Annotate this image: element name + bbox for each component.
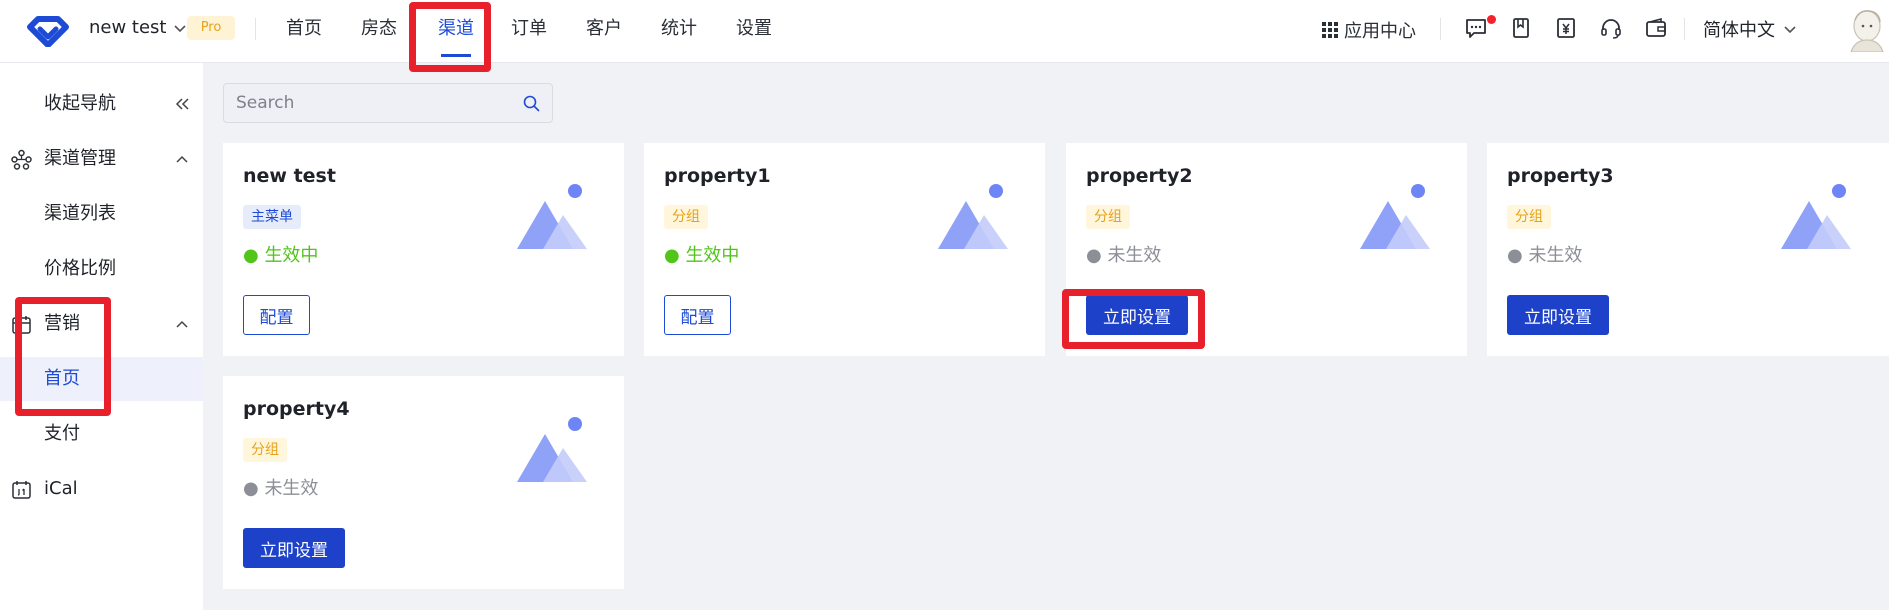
status-badge: ● 生效中	[664, 245, 740, 266]
property-card: property4 分组 ● 未生效 立即设置	[223, 376, 624, 589]
status-text: 生效中	[685, 245, 740, 266]
sidebar-item-label: 首页	[44, 368, 80, 389]
card-title: property2	[1086, 165, 1193, 187]
message-icon[interactable]	[1464, 16, 1488, 40]
nav-channel[interactable]: 渠道	[421, 0, 491, 63]
status-text: 生效中	[264, 245, 319, 266]
mountain-illustration-icon	[517, 184, 587, 249]
language-selector[interactable]: 简体中文	[1703, 16, 1797, 42]
configure-button[interactable]: 配置	[243, 295, 310, 335]
setup-now-button[interactable]: 立即设置	[1507, 295, 1609, 335]
headset-icon[interactable]	[1599, 16, 1623, 40]
sidebar-item-ical[interactable]: iCal	[0, 467, 203, 511]
property-card: property3 分组 ● 未生效 立即设置	[1487, 143, 1889, 356]
mountain-illustration-icon	[1360, 184, 1430, 249]
workspace-selector[interactable]: new test	[89, 17, 187, 38]
nav-orders[interactable]: 订单	[501, 0, 557, 63]
group-tag: 分组	[664, 205, 708, 229]
notification-dot	[1487, 15, 1496, 24]
status-text: 未生效	[1528, 245, 1583, 266]
property-card: new test 主菜单 ● 生效中 配置	[223, 143, 624, 356]
network-icon	[11, 149, 32, 170]
collapse-nav-button[interactable]: 收起导航	[0, 82, 203, 126]
property-card: property2 分组 ● 未生效 立即设置	[1066, 143, 1467, 356]
status-badge: ● 生效中	[243, 245, 319, 266]
nav-statistics[interactable]: 统计	[651, 0, 707, 63]
app-center-label: 应用中心	[1344, 21, 1416, 42]
search-box	[223, 83, 553, 123]
card-title: property1	[664, 165, 771, 187]
nav-room-status[interactable]: 房态	[351, 0, 407, 63]
sidebar-item-label: 渠道管理	[44, 148, 116, 169]
status-text: 未生效	[1107, 245, 1162, 266]
brand-logo-icon[interactable]	[26, 13, 70, 47]
status-badge: ● 未生效	[1507, 245, 1583, 266]
sidebar-item-label: 价格比例	[44, 258, 116, 279]
mountain-illustration-icon	[517, 417, 587, 482]
app-center-button[interactable]: 应用中心	[1322, 17, 1416, 43]
book-icon[interactable]	[1509, 16, 1533, 40]
sidebar-item-label: 营销	[44, 313, 80, 334]
calendar-icon	[12, 316, 31, 334]
divider	[255, 18, 256, 40]
status-badge: ● 未生效	[1086, 245, 1162, 266]
main-menu-tag: 主菜单	[243, 205, 301, 229]
nav-settings[interactable]: 设置	[726, 0, 782, 63]
wallet-icon[interactable]	[1644, 16, 1668, 40]
pro-badge: Pro	[187, 16, 235, 40]
card-title: property4	[243, 398, 350, 420]
nav-home[interactable]: 首页	[276, 0, 332, 63]
card-title: new test	[243, 165, 336, 187]
workspace-name: new test	[89, 17, 167, 38]
chevron-down-icon	[173, 24, 186, 32]
ical-icon	[12, 481, 31, 499]
status-badge: ● 未生效	[243, 478, 319, 499]
chevron-up-icon	[176, 320, 188, 328]
divider	[1684, 18, 1685, 40]
status-text: 未生效	[264, 478, 319, 499]
sidebar-item-label: iCal	[44, 478, 78, 499]
setup-now-button[interactable]: 立即设置	[1086, 295, 1188, 335]
group-tag: 分组	[243, 438, 287, 462]
mountain-illustration-icon	[1781, 184, 1851, 249]
divider	[1440, 18, 1441, 40]
sidebar: 收起导航 渠道管理 渠道列表 价格比例 营销 首页 支付 iCal	[0, 63, 203, 610]
card-title: property3	[1507, 165, 1614, 187]
property-card: property1 分组 ● 生效中 配置	[644, 143, 1045, 356]
group-tag: 分组	[1086, 205, 1130, 229]
sidebar-item-payment[interactable]: 支付	[0, 412, 203, 456]
apps-grid-icon	[1322, 22, 1338, 38]
invoice-yen-icon[interactable]	[1554, 16, 1578, 40]
collapse-nav-label: 收起导航	[44, 93, 116, 114]
sidebar-item-marketing-home[interactable]: 首页	[0, 357, 203, 401]
chevron-up-icon	[176, 155, 188, 163]
search-icon[interactable]	[523, 95, 540, 112]
user-avatar[interactable]	[1845, 8, 1885, 52]
sidebar-item-label: 支付	[44, 423, 80, 444]
sidebar-item-label: 渠道列表	[44, 203, 116, 224]
sidebar-item-channel-list[interactable]: 渠道列表	[0, 192, 203, 236]
sidebar-item-price-ratio[interactable]: 价格比例	[0, 247, 203, 291]
sidebar-group-marketing[interactable]: 营销	[0, 302, 203, 346]
nav-customers[interactable]: 客户	[576, 0, 632, 63]
setup-now-button[interactable]: 立即设置	[243, 528, 345, 568]
mountain-illustration-icon	[938, 184, 1008, 249]
top-bar: new test Pro 首页 房态 渠道 订单 客户 统计 设置 应用中心 简…	[0, 0, 1889, 63]
search-input[interactable]	[236, 92, 516, 114]
chevron-down-icon	[1784, 26, 1796, 34]
group-tag: 分组	[1507, 205, 1551, 229]
language-label: 简体中文	[1703, 20, 1775, 41]
sidebar-group-channel-management[interactable]: 渠道管理	[0, 137, 203, 181]
configure-button[interactable]: 配置	[664, 295, 731, 335]
double-chevron-left-icon	[175, 98, 189, 110]
